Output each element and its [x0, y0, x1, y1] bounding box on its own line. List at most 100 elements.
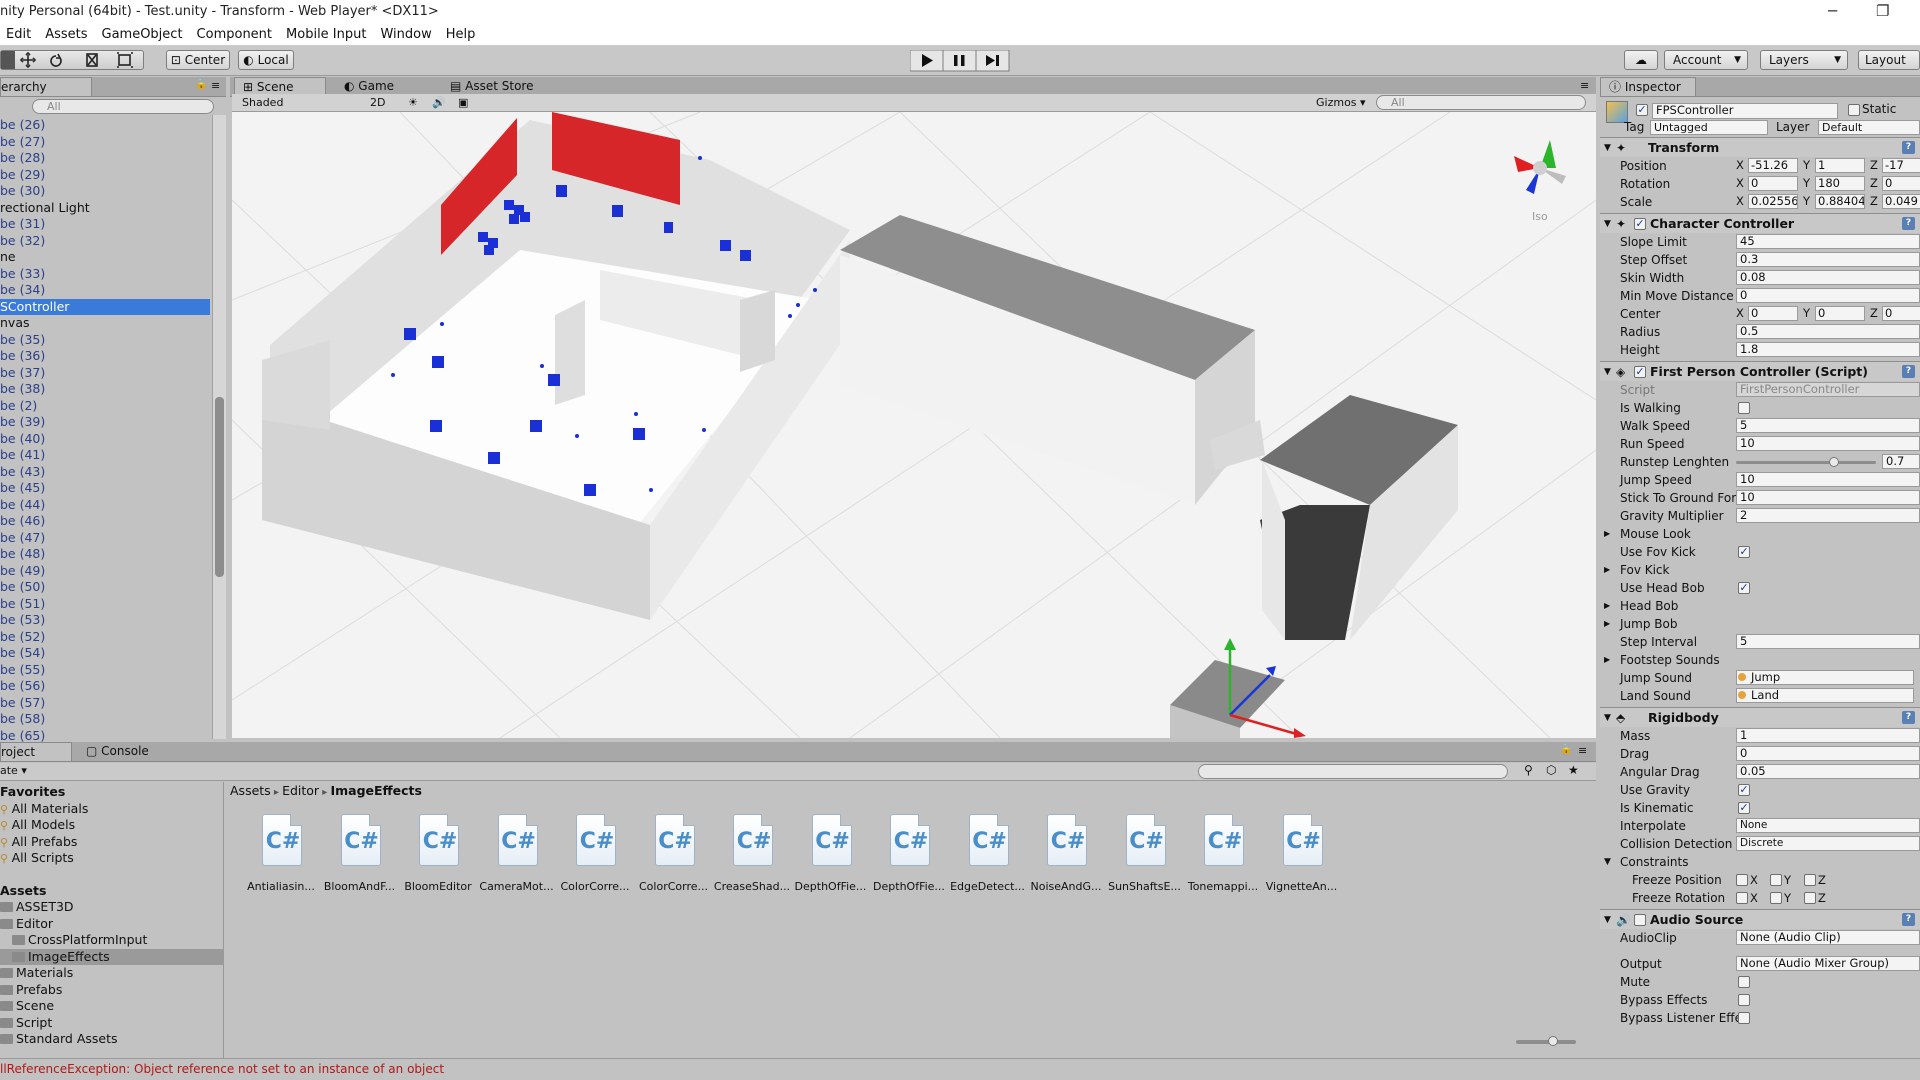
property-value-field[interactable]: None — [1736, 818, 1920, 833]
filter-type-icon[interactable]: ⚲ — [1524, 763, 1533, 777]
runstep-value[interactable]: 0.7 — [1882, 454, 1920, 469]
tab-hierarchy[interactable]: erarchy — [0, 77, 92, 96]
hierarchy-item[interactable]: be (58) — [0, 711, 210, 728]
scene-viewport[interactable]: Iso — [232, 112, 1596, 738]
hierarchy-item[interactable]: be (43) — [0, 464, 210, 481]
hierarchy-item[interactable]: rectional Light — [0, 200, 210, 217]
error-message[interactable]: llReferenceException: Object reference n… — [0, 1062, 444, 1076]
help-icon[interactable]: ? — [1902, 141, 1915, 154]
asset-file[interactable]: C# VignetteAn... — [1263, 814, 1341, 906]
property-value-field[interactable]: 10 — [1736, 436, 1920, 451]
property-value-field[interactable]: 45 — [1736, 234, 1920, 249]
foldout-arrow-icon[interactable]: ▶ — [1604, 525, 1610, 543]
property-value-field[interactable]: 5 — [1736, 418, 1920, 433]
playback-icons[interactable] — [909, 49, 1010, 72]
asset-folder[interactable]: Prefabs — [0, 982, 223, 999]
hierarchy-item[interactable]: be (41) — [0, 447, 210, 464]
breadcrumb-imageeffects[interactable]: ImageEffects — [330, 783, 422, 798]
vector-y-field[interactable]: Y 180 — [1803, 176, 1867, 191]
project-search[interactable] — [1198, 764, 1508, 779]
property-value-field[interactable]: 5 — [1736, 634, 1920, 649]
asset-folder[interactable]: Scene — [0, 998, 223, 1015]
asset-file[interactable]: C# Tonemappi... — [1184, 814, 1262, 906]
vector-z-field[interactable]: Z0 — [1870, 176, 1920, 191]
property-checkbox[interactable] — [1738, 994, 1750, 1006]
property-checkbox[interactable]: ✓ — [1738, 802, 1750, 814]
hierarchy-item[interactable]: be (44) — [0, 497, 210, 514]
help-icon[interactable]: ? — [1902, 365, 1915, 378]
freeze-y-checkbox[interactable] — [1770, 874, 1782, 886]
hierarchy-item[interactable]: be (52) — [0, 629, 210, 646]
hierarchy-item[interactable]: be (53) — [0, 612, 210, 629]
property-value-field[interactable]: 0.5 — [1736, 324, 1920, 339]
shading-mode-dropdown[interactable]: Shaded — [242, 95, 352, 110]
foldout-arrow-icon[interactable]: ▶ — [1604, 597, 1610, 615]
create-dropdown[interactable]: ate ▾ — [0, 764, 27, 777]
hierarchy-item[interactable]: be (2) — [0, 398, 210, 415]
vector-x-field[interactable]: X -51.26 — [1736, 158, 1800, 173]
hierarchy-item[interactable]: be (55) — [0, 662, 210, 679]
property-value-field[interactable]: 0 — [1736, 288, 1920, 303]
panel-menu-icon[interactable]: ≡ — [1578, 744, 1587, 757]
vector-z-field[interactable]: Z -17 — [1870, 158, 1920, 173]
component-header[interactable]: ▼ 🔊 Audio Source? — [1600, 909, 1920, 929]
panel-menu-icon[interactable]: ≡ — [211, 79, 220, 92]
property-checkbox[interactable]: ✓ — [1738, 784, 1750, 796]
hierarchy-item[interactable]: be (36) — [0, 348, 210, 365]
property-value-field[interactable]: 0.08 — [1736, 270, 1920, 285]
asset-folder[interactable]: ASSET3D — [0, 899, 223, 916]
hierarchy-item[interactable]: be (32) — [0, 233, 210, 250]
transform-tool-icons[interactable] — [1, 51, 145, 69]
property-checkbox[interactable] — [1738, 976, 1750, 988]
asset-folder[interactable]: Standard Assets — [0, 1031, 223, 1048]
property-value-field[interactable]: Discrete — [1736, 836, 1920, 851]
hierarchy-item[interactable]: be (47) — [0, 530, 210, 547]
property-value-field[interactable]: None (Audio Clip) — [1736, 930, 1920, 945]
property-value-field[interactable]: 10 — [1736, 472, 1920, 487]
help-icon[interactable]: ? — [1902, 217, 1915, 230]
help-icon[interactable]: ? — [1902, 913, 1915, 926]
asset-file[interactable]: C# CreaseShad... — [713, 814, 791, 906]
component-header[interactable]: ▼ ◈ ✓ First Person Controller (Script)? — [1600, 361, 1920, 381]
menu-help[interactable]: Help — [446, 24, 476, 46]
property-value-field[interactable]: 0.05 — [1736, 764, 1920, 779]
hierarchy-item[interactable]: be (30) — [0, 183, 210, 200]
tab-console[interactable]: ▢ Console — [78, 742, 158, 761]
asset-file[interactable]: C# BloomAndF... — [321, 814, 399, 906]
asset-file[interactable]: C# ColorCorre... — [556, 814, 634, 906]
menu-assets[interactable]: Assets — [45, 24, 87, 46]
foldout-arrow-icon[interactable]: ▶ — [1604, 651, 1610, 669]
asset-file[interactable]: C# NoiseAndG... — [1027, 814, 1105, 906]
star-icon[interactable]: ★ — [1568, 763, 1579, 777]
effects-icon[interactable]: ▣ — [458, 95, 468, 110]
foldout-arrow-icon[interactable]: ▼ — [1604, 362, 1611, 382]
freeze-x-checkbox[interactable] — [1736, 892, 1748, 904]
panel-menu-icon[interactable]: ≡ — [1580, 79, 1589, 92]
asset-folder[interactable]: CrossPlatformInput — [0, 932, 223, 949]
hierarchy-scrollbar[interactable] — [212, 115, 226, 739]
asset-file[interactable]: C# ColorCorre... — [635, 814, 713, 906]
component-header[interactable]: ▼ ✦ Transform? — [1600, 137, 1920, 157]
hierarchy-item[interactable]: be (39) — [0, 414, 210, 431]
2d-toggle[interactable]: 2D — [370, 95, 390, 110]
hierarchy-item[interactable]: nvas — [0, 315, 210, 332]
property-checkbox[interactable]: ✓ — [1738, 546, 1750, 558]
property-value-field[interactable]: 1.8 — [1736, 342, 1920, 357]
property-value-field[interactable]: None (Audio Mixer Group) — [1736, 956, 1920, 971]
scene-search[interactable]: All — [1376, 95, 1586, 110]
favorites-item[interactable]: ⚲ All Prefabs — [0, 834, 223, 851]
vector-y-field[interactable]: Y0 — [1803, 306, 1867, 321]
pivot-center-button[interactable]: ⊡ Center — [166, 50, 230, 70]
property-value-field[interactable]: Jump — [1736, 670, 1914, 685]
hierarchy-item[interactable]: be (57) — [0, 695, 210, 712]
menu-edit[interactable]: Edit — [6, 24, 31, 46]
foldout-arrow-icon[interactable]: ▶ — [1604, 561, 1610, 579]
property-value-field[interactable]: FirstPersonController — [1736, 382, 1920, 397]
foldout-arrow-icon[interactable]: ▼ — [1604, 910, 1611, 930]
asset-file[interactable]: C# Antialiasin... — [242, 814, 320, 906]
hierarchy-item[interactable]: be (29) — [0, 167, 210, 184]
hierarchy-item[interactable]: be (26) — [0, 117, 210, 134]
hierarchy-item[interactable]: be (35) — [0, 332, 210, 349]
asset-file[interactable]: C# DepthOfFie... — [792, 814, 870, 906]
hierarchy-item[interactable]: be (38) — [0, 381, 210, 398]
